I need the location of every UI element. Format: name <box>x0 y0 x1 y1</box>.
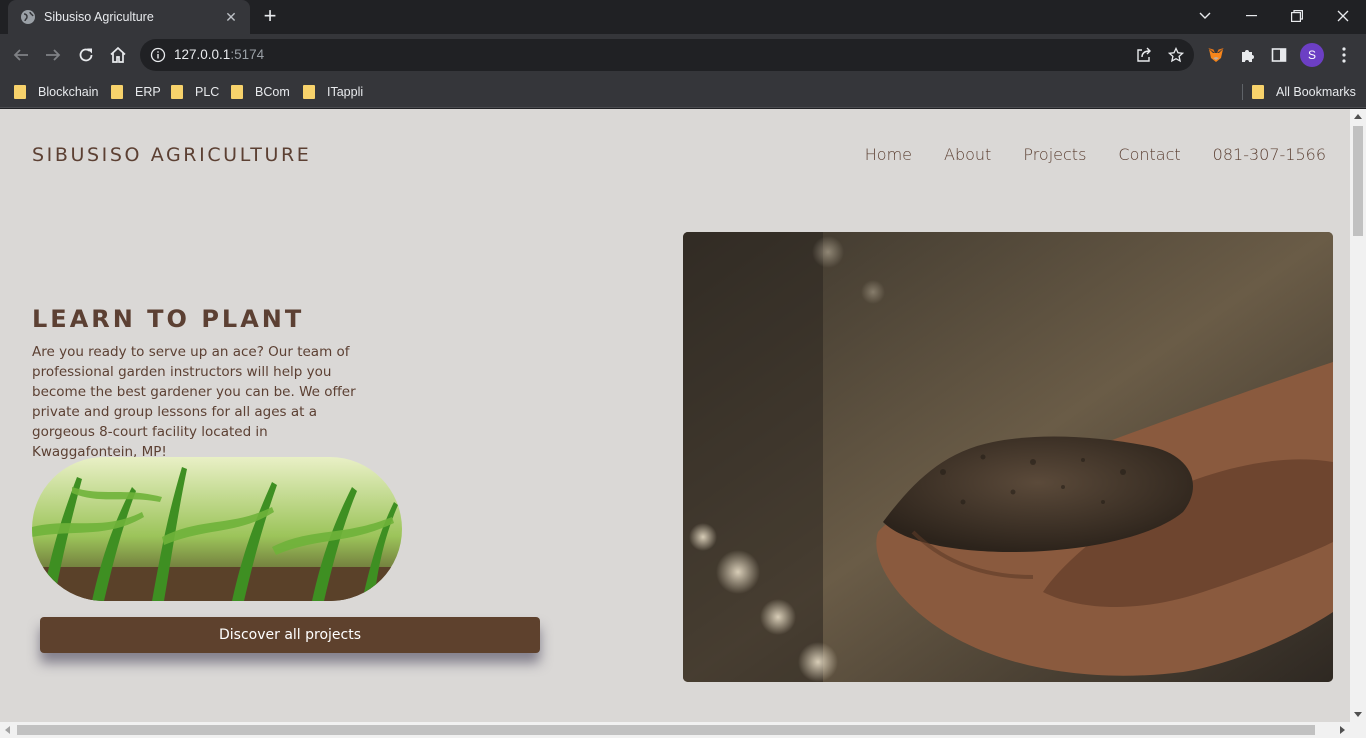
extensions-puzzle-icon[interactable] <box>1237 44 1259 66</box>
tab-strip: Sibusiso Agriculture ✕ + <box>0 0 1366 34</box>
info-icon[interactable] <box>150 47 166 63</box>
scroll-down-arrow-icon[interactable] <box>1354 712 1362 717</box>
nav-projects[interactable]: Projects <box>1023 145 1086 164</box>
share-icon[interactable] <box>1135 46 1153 64</box>
browser-toolbar: 127.0.0.1:5174 S <box>0 34 1366 76</box>
browser-tab[interactable]: Sibusiso Agriculture ✕ <box>8 0 250 34</box>
folder-icon <box>111 85 123 99</box>
new-tab-button[interactable]: + <box>258 5 282 29</box>
bookmark-label: PLC <box>195 85 220 99</box>
bookmark-label: Blockchain <box>38 85 99 99</box>
bookmark-label: BCom <box>255 85 290 99</box>
bookmark-label: ERP <box>135 85 161 99</box>
tab-close-icon[interactable]: ✕ <box>222 9 240 26</box>
url-host: 127.0.0.1 <box>174 47 231 62</box>
profile-avatar[interactable]: S <box>1300 43 1324 67</box>
home-button[interactable] <box>105 42 131 68</box>
bookmark-folder[interactable]: Blockchain <box>14 82 98 102</box>
tab-title: Sibusiso Agriculture <box>44 10 154 24</box>
minimize-button[interactable] <box>1228 0 1274 32</box>
nav-about[interactable]: About <box>944 145 991 164</box>
forward-button[interactable] <box>40 42 66 68</box>
nav-home[interactable]: Home <box>865 145 912 164</box>
folder-icon <box>171 85 183 99</box>
bookmark-folder[interactable]: ERP <box>111 82 161 102</box>
bookmark-label: ITappli <box>327 85 364 99</box>
nav-phone[interactable]: 081-307-1566 <box>1213 145 1326 164</box>
scroll-right-arrow-icon[interactable] <box>1340 726 1345 734</box>
tab-search-icon[interactable] <box>1182 0 1228 32</box>
side-panel-icon[interactable] <box>1268 44 1290 66</box>
bookmark-star-icon[interactable] <box>1167 46 1185 64</box>
restore-button[interactable] <box>1274 0 1320 32</box>
metamask-fox-icon[interactable] <box>1205 44 1227 66</box>
url-port: :5174 <box>230 47 265 62</box>
site-brand[interactable]: SIBUSISO AGRICULTURE <box>32 144 311 166</box>
bookmarks-bar: Blockchain ERP PLC BCom ITappli All Book… <box>0 76 1366 108</box>
corn-field-image <box>32 457 402 601</box>
nav-contact[interactable]: Contact <box>1118 145 1180 164</box>
bookmarks-divider <box>1242 84 1243 100</box>
page-headline: LEARN TO PLANT <box>32 305 305 333</box>
bookmark-folder[interactable]: BCom <box>231 82 290 102</box>
reload-button[interactable] <box>73 42 99 68</box>
url-text: 127.0.0.1:5174 <box>174 47 264 62</box>
globe-icon <box>20 9 36 25</box>
folder-icon <box>231 85 243 99</box>
bookmark-folder[interactable]: ITappli <box>303 82 363 102</box>
intro-paragraph: Are you ready to serve up an ace? Our te… <box>32 344 356 460</box>
bookmark-folder[interactable]: PLC <box>171 82 219 102</box>
back-button[interactable] <box>8 42 34 68</box>
vertical-scroll-thumb[interactable] <box>1353 126 1363 236</box>
page-viewport: SIBUSISO AGRICULTURE Home About Projects… <box>0 109 1350 722</box>
all-bookmarks-label: All Bookmarks <box>1276 85 1356 99</box>
all-bookmarks-folder[interactable]: All Bookmarks <box>1252 82 1356 102</box>
vertical-scrollbar[interactable] <box>1350 109 1366 722</box>
kebab-menu-icon[interactable] <box>1333 44 1355 66</box>
address-bar[interactable]: 127.0.0.1:5174 <box>140 39 1194 71</box>
horizontal-scrollbar[interactable] <box>0 722 1366 738</box>
discover-projects-button[interactable]: Discover all projects <box>40 617 540 653</box>
folder-icon <box>303 85 315 99</box>
soil-in-hands-image <box>683 232 1333 682</box>
scroll-up-arrow-icon[interactable] <box>1354 114 1362 119</box>
horizontal-scroll-thumb[interactable] <box>17 725 1315 735</box>
site-nav: Home About Projects Contact 081-307-1566 <box>865 145 1326 164</box>
folder-icon <box>14 85 26 99</box>
close-window-button[interactable] <box>1320 0 1366 32</box>
folder-icon <box>1252 85 1264 99</box>
scroll-left-arrow-icon[interactable] <box>5 726 10 734</box>
